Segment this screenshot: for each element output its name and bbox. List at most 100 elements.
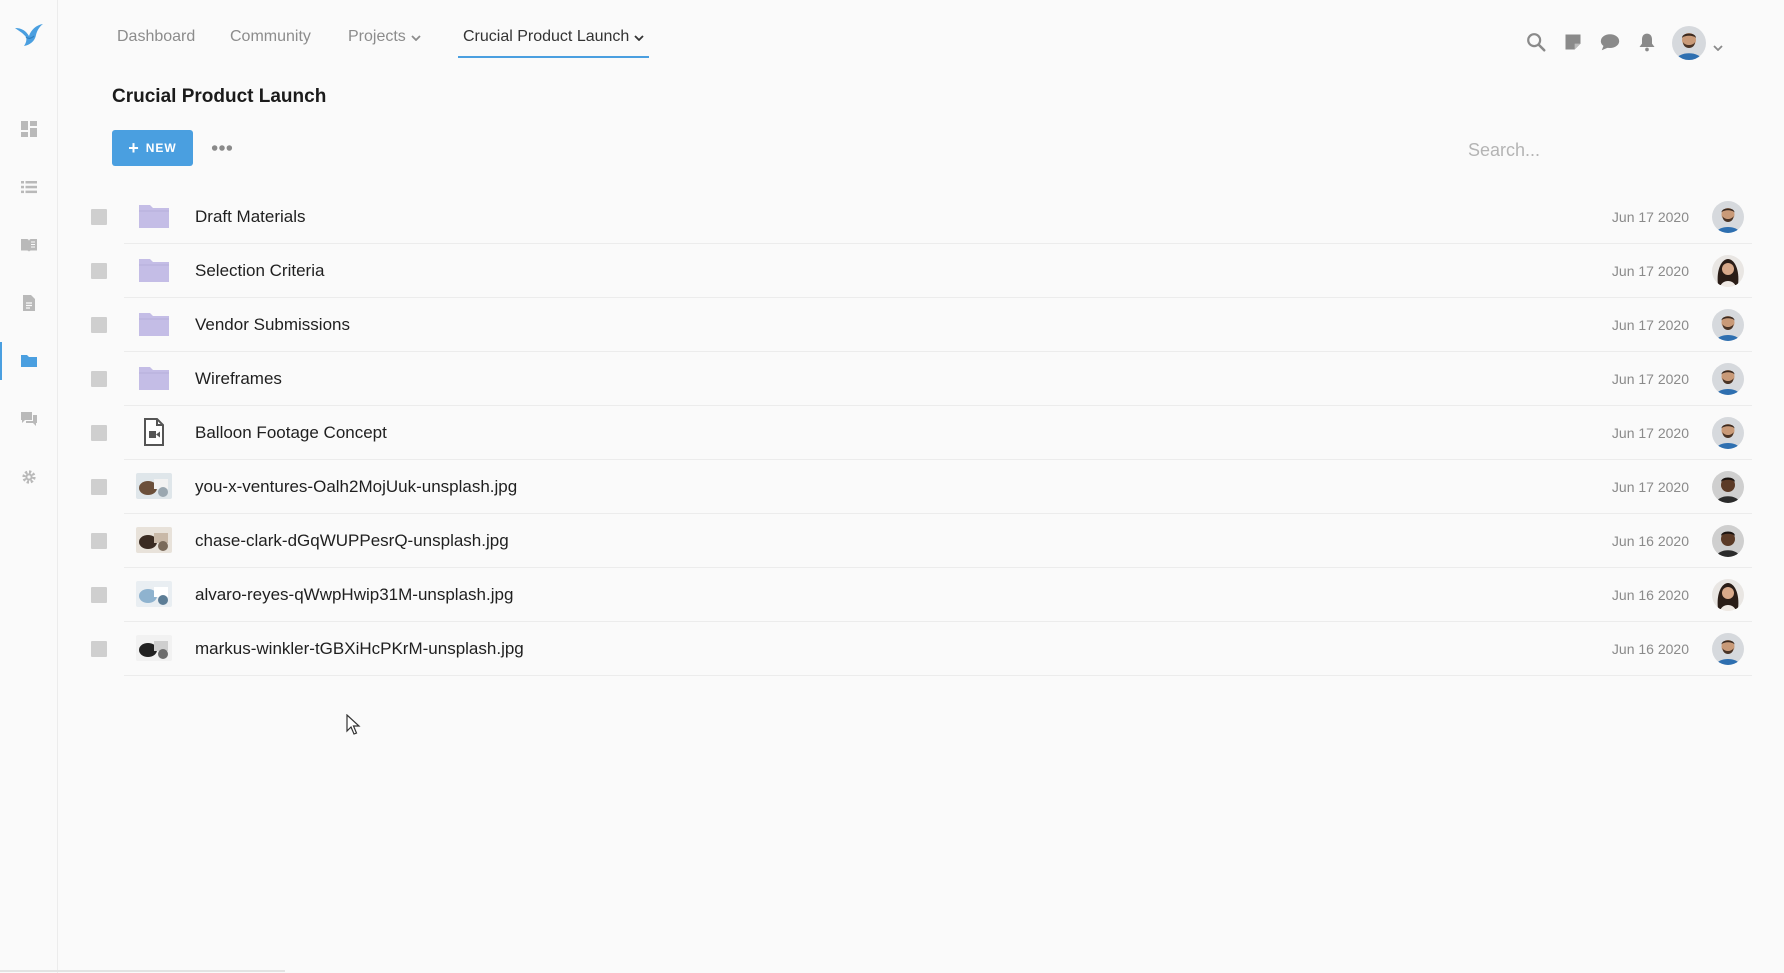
top-nav: Dashboard Community Projects Crucial Pro…	[58, 0, 1784, 72]
chevron-down-icon	[411, 28, 421, 46]
rail-settings[interactable]	[0, 454, 58, 500]
file-row[interactable]: markus-winkler-tGBXiHcPKrM-unsplash.jpg J…	[82, 622, 1752, 676]
book-icon	[21, 239, 37, 252]
chevron-down-icon	[634, 28, 644, 46]
tab-projects-label: Projects	[348, 28, 406, 46]
image-thumbnail	[134, 469, 174, 503]
file-name[interactable]: chase-clark-dGqWUPPesrQ-unsplash.jpg	[195, 531, 509, 551]
file-date: Jun 16 2020	[1611, 533, 1689, 549]
file-row[interactable]: you-x-ventures-Oalh2MojUuk-unsplash.jpg J…	[82, 460, 1752, 514]
row-checkbox[interactable]	[91, 317, 107, 333]
file-name[interactable]: Selection Criteria	[195, 261, 324, 281]
rail-documents[interactable]	[0, 280, 58, 326]
user-menu[interactable]	[1672, 24, 1728, 60]
left-rail	[0, 0, 58, 973]
row-checkbox[interactable]	[91, 641, 107, 657]
file-name[interactable]: Vendor Submissions	[195, 315, 350, 335]
file-name[interactable]: markus-winkler-tGBXiHcPKrM-unsplash.jpg	[195, 639, 524, 659]
rail-list[interactable]	[0, 164, 58, 210]
tab-community-label: Community	[230, 28, 311, 45]
rail-files[interactable]	[0, 338, 58, 384]
chat-bubble-icon[interactable]	[1598, 30, 1622, 54]
file-row[interactable]: Vendor Submissions Jun 17 2020	[82, 298, 1752, 352]
file-date: Jun 17 2020	[1611, 371, 1689, 387]
app-window: Dashboard Community Projects Crucial Pro…	[0, 0, 1784, 973]
folder-icon	[134, 361, 174, 395]
video-document-icon	[134, 415, 174, 449]
image-thumbnail	[134, 631, 174, 665]
file-name[interactable]: Wireframes	[195, 369, 282, 389]
image-thumbnail	[134, 523, 174, 557]
file-date: Jun 17 2020	[1611, 317, 1689, 333]
row-divider	[124, 675, 1752, 676]
owner-avatar[interactable]	[1712, 579, 1744, 611]
bell-icon[interactable]	[1635, 30, 1659, 54]
tab-crucial-product-launch-label: Crucial Product Launch	[463, 28, 630, 46]
file-date: Jun 17 2020	[1611, 209, 1689, 225]
row-checkbox[interactable]	[91, 371, 107, 387]
file-row[interactable]: Wireframes Jun 17 2020	[82, 352, 1752, 406]
horizontal-scrollbar[interactable]	[0, 970, 285, 972]
tab-dashboard-label: Dashboard	[117, 28, 196, 45]
file-date: Jun 16 2020	[1611, 641, 1689, 657]
search-input[interactable]	[1468, 136, 1748, 164]
file-date: Jun 17 2020	[1611, 425, 1689, 441]
owner-avatar[interactable]	[1712, 471, 1744, 503]
file-name[interactable]: Balloon Footage Concept	[195, 423, 387, 443]
file-row[interactable]: Selection Criteria Jun 17 2020	[82, 244, 1752, 298]
owner-avatar[interactable]	[1712, 633, 1744, 665]
owner-avatar[interactable]	[1712, 417, 1744, 449]
row-checkbox[interactable]	[91, 425, 107, 441]
notes-icon[interactable]	[1561, 30, 1585, 54]
tab-crucial-product-launch[interactable]: Crucial Product Launch	[457, 28, 650, 59]
file-row[interactable]: Balloon Footage Concept Jun 17 2020	[82, 406, 1752, 460]
chat-icon	[21, 412, 37, 426]
file-date: Jun 17 2020	[1611, 479, 1689, 495]
tab-dashboard[interactable]: Dashboard	[117, 28, 195, 46]
header-actions	[1524, 24, 1784, 60]
dashboard-icon	[21, 121, 37, 137]
file-date: Jun 16 2020	[1611, 587, 1689, 603]
folder-icon	[21, 355, 37, 367]
file-row[interactable]: chase-clark-dGqWUPPesrQ-unsplash.jpg Jun …	[82, 514, 1752, 568]
owner-avatar[interactable]	[1712, 255, 1744, 287]
folder-icon	[134, 253, 174, 287]
mouse-cursor-icon	[346, 713, 362, 736]
user-avatar	[1672, 26, 1706, 60]
row-checkbox[interactable]	[91, 479, 107, 495]
rail-discussions[interactable]	[0, 396, 58, 442]
row-checkbox[interactable]	[91, 263, 107, 279]
ellipsis-icon	[211, 145, 233, 151]
tab-community[interactable]: Community	[230, 28, 311, 46]
plus-icon: +	[128, 138, 140, 158]
file-row[interactable]: Draft Materials Jun 17 2020	[82, 190, 1752, 244]
row-checkbox[interactable]	[91, 209, 107, 225]
folder-icon	[134, 199, 174, 233]
owner-avatar[interactable]	[1712, 201, 1744, 233]
folder-icon	[134, 307, 174, 341]
owner-avatar[interactable]	[1712, 309, 1744, 341]
owner-avatar[interactable]	[1712, 363, 1744, 395]
file-date: Jun 17 2020	[1611, 263, 1689, 279]
row-checkbox[interactable]	[91, 587, 107, 603]
tab-projects[interactable]: Projects	[348, 28, 421, 46]
owner-avatar[interactable]	[1712, 525, 1744, 557]
rail-dashboard[interactable]	[0, 106, 58, 152]
file-name[interactable]: alvaro-reyes-qWwpHwip31M-unsplash.jpg	[195, 585, 513, 605]
chevron-down-icon	[1713, 38, 1723, 56]
rail-knowledge[interactable]	[0, 222, 58, 268]
file-list: Draft Materials Jun 17 2020 Selection Crit…	[82, 190, 1752, 676]
row-checkbox[interactable]	[91, 533, 107, 549]
image-thumbnail	[134, 577, 174, 611]
search-icon[interactable]	[1524, 30, 1548, 54]
file-row[interactable]: alvaro-reyes-qWwpHwip31M-unsplash.jpg Jun…	[82, 568, 1752, 622]
file-name[interactable]: you-x-ventures-Oalh2MojUuk-unsplash.jpg	[195, 477, 517, 497]
new-button[interactable]: + NEW	[112, 130, 193, 166]
bird-logo-icon[interactable]	[14, 22, 44, 48]
list-icon	[21, 181, 37, 194]
page-title: Crucial Product Launch	[112, 86, 327, 107]
more-options-button[interactable]	[208, 136, 236, 160]
file-name[interactable]: Draft Materials	[195, 207, 306, 227]
gear-icon	[22, 470, 36, 484]
new-button-label: NEW	[145, 141, 177, 155]
